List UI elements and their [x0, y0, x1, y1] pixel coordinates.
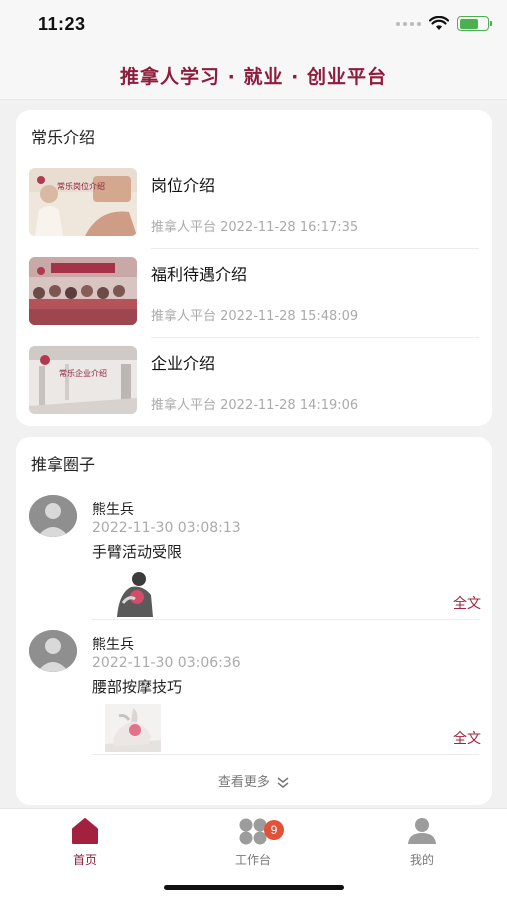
- article-title: 企业介绍: [151, 354, 216, 373]
- article-meta: 推拿人平台 2022-11-28 14:19:06: [151, 398, 359, 413]
- avatar[interactable]: [29, 630, 77, 672]
- signal-icon: [396, 21, 421, 26]
- person-icon: [408, 818, 436, 844]
- page-title: 推拿人学习 · 就业 · 创业平台: [120, 66, 387, 88]
- divider: [92, 619, 479, 620]
- wifi-icon: [429, 16, 449, 30]
- post-author: 熊生兵: [92, 502, 134, 518]
- status-time: 11:23: [38, 14, 86, 34]
- post-image[interactable]: [113, 569, 165, 617]
- app-header: 推拿人学习 · 就业 · 创业平台: [0, 50, 507, 100]
- tab-label: 首页: [72, 853, 97, 867]
- divider: [151, 337, 479, 338]
- article-title: 岗位介绍: [151, 176, 216, 195]
- article-thumbnail: [29, 257, 137, 325]
- full-text-link[interactable]: 全文: [453, 593, 481, 613]
- tab-workbench[interactable]: 9 工作台: [193, 817, 313, 868]
- circle-section-title: 推拿圈子: [31, 455, 96, 474]
- full-text-link[interactable]: 全文: [453, 728, 481, 748]
- status-bar: 11:23: [0, 0, 507, 50]
- post-author: 熊生兵: [92, 637, 134, 653]
- post-image[interactable]: [105, 704, 161, 752]
- status-icons: [396, 16, 492, 31]
- view-more-label: 查看更多: [217, 775, 270, 790]
- post-time: 2022-11-30 03:06:36: [92, 655, 241, 671]
- post-item[interactable]: 熊生兵 2022-11-30 03:06:36 腰部按摩技巧 全文: [29, 630, 481, 756]
- avatar[interactable]: [29, 495, 77, 537]
- divider: [92, 754, 479, 755]
- post-time: 2022-11-30 03:08:13: [92, 520, 241, 536]
- article-item[interactable]: 常乐岗位介绍 岗位介绍 推拿人平台 2022-11-28 16:17:35: [29, 168, 479, 249]
- article-meta: 推拿人平台 2022-11-28 15:48:09: [151, 309, 359, 324]
- view-more-button[interactable]: 查看更多: [16, 771, 492, 790]
- article-thumbnail: 常乐岗位介绍: [29, 168, 137, 236]
- battery-icon: [457, 16, 492, 31]
- post-item[interactable]: 熊生兵 2022-11-30 03:08:13 手臂活动受限 全文: [29, 495, 481, 621]
- svg-text:常乐岗位介绍: 常乐岗位介绍: [57, 181, 105, 191]
- circle-card: 推拿圈子 熊生兵 2022-11-30 03:08:13 手臂活动受限 全文 熊…: [16, 437, 492, 805]
- home-icon: [72, 818, 98, 844]
- post-text: 手臂活动受限: [92, 543, 183, 561]
- notification-badge: 9: [264, 820, 284, 840]
- tab-mine[interactable]: 我的: [362, 817, 482, 868]
- intro-section-title: 常乐介绍: [31, 128, 96, 147]
- article-title: 福利待遇介绍: [151, 265, 248, 284]
- tab-label: 工作台: [234, 853, 271, 867]
- article-meta: 推拿人平台 2022-11-28 16:17:35: [151, 220, 359, 235]
- svg-text:常乐企业介绍: 常乐企业介绍: [59, 368, 107, 378]
- tab-label: 我的: [409, 853, 434, 867]
- divider: [151, 248, 479, 249]
- article-item[interactable]: 常乐企业介绍 企业介绍 推拿人平台 2022-11-28 14:19:06: [29, 346, 479, 416]
- tab-home[interactable]: 首页: [25, 817, 145, 868]
- home-indicator[interactable]: [164, 885, 344, 890]
- article-thumbnail: 常乐企业介绍: [29, 346, 137, 414]
- intro-card: 常乐介绍 常乐岗位介绍 岗位介绍 推拿人平台 2022-11-28 16:17:…: [16, 110, 492, 426]
- article-item[interactable]: 福利待遇介绍 推拿人平台 2022-11-28 15:48:09: [29, 257, 479, 338]
- double-chevron-down-icon: [277, 776, 289, 788]
- post-text: 腰部按摩技巧: [92, 678, 183, 696]
